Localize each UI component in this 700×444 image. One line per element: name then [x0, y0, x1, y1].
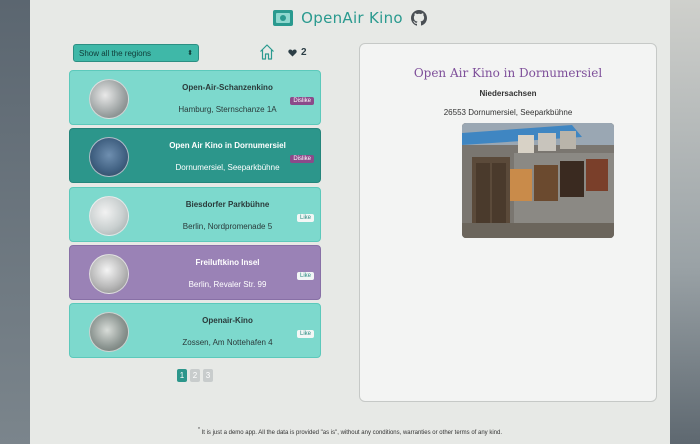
detail-address: 26553 Dornumersiel, Seeparkbühne [443, 108, 573, 117]
github-icon[interactable] [410, 10, 427, 26]
region-select[interactable]: Show all the regions ⬍ [73, 44, 199, 62]
cinema-address: Berlin, Nordpromenade 5 [182, 222, 273, 231]
cinema-name: Biesdorfer Parkbühne [185, 200, 270, 209]
cinema-card[interactable]: Freiluftkino Insel Berlin, Revaler Str. … [69, 245, 321, 300]
page: OpenAir Kino Show all the regions ⬍ 2 Op… [30, 0, 670, 444]
header: OpenAir Kino [30, 6, 670, 30]
cinema-thumbnail [89, 196, 129, 236]
cinema-address: Hamburg, Sternschanze 1A [178, 105, 277, 114]
region-select-value: Show all the regions [79, 48, 152, 58]
cinema-name: Freiluftkino Insel [195, 258, 260, 267]
dislike-button[interactable]: Dislike [290, 155, 314, 163]
like-button[interactable]: Like [296, 272, 314, 280]
cinema-photo [462, 123, 614, 238]
cinema-address: Berlin, Revaler Str. 99 [188, 280, 267, 289]
cinema-thumbnail [89, 254, 129, 294]
footer-note: * It is just a demo app. All the data is… [30, 427, 670, 436]
cinema-name: Openair-Kino [202, 316, 253, 325]
background-right [670, 0, 700, 444]
cinema-thumbnail [89, 79, 129, 119]
cinema-name: Open Air Kino in Dornumersiel [169, 141, 286, 150]
like-button[interactable]: Like [296, 330, 314, 338]
cinema-thumbnail [89, 312, 129, 352]
page-button-1[interactable]: 1 [177, 369, 187, 382]
select-caret-icon: ⬍ [187, 50, 193, 57]
cinema-photo-image [462, 123, 614, 238]
favorites-counter[interactable]: 2 [288, 47, 307, 58]
app-title: OpenAir Kino [301, 9, 403, 27]
footer-note-text: It is just a demo app. All the data is p… [201, 430, 503, 436]
cinema-thumbnail [89, 137, 129, 177]
cinema-card-selected[interactable]: Open Air Kino in Dornumersiel Dornumersi… [69, 128, 321, 183]
like-button[interactable]: Like [296, 214, 314, 222]
cinema-address: Zossen, Am Nottehafen 4 [182, 338, 273, 347]
background-left [0, 0, 30, 444]
heart-icon [288, 48, 297, 57]
pagination: 1 2 3 [177, 369, 213, 382]
detail-title: Open Air Kino in Dornumersiel [413, 66, 603, 80]
cinema-card[interactable]: Openair-Kino Zossen, Am Nottehafen 4 Lik… [69, 303, 321, 358]
film-icon [273, 10, 294, 26]
home-icon[interactable] [259, 43, 275, 61]
dislike-button[interactable]: Dislike [290, 97, 314, 105]
cinema-detail-panel: Open Air Kino in Dornumersiel Niedersach… [359, 43, 657, 402]
favorites-count: 2 [301, 47, 307, 58]
page-button-3[interactable]: 3 [203, 369, 213, 382]
cinema-address: Dornumersiel, Seeparkbühne [175, 163, 280, 172]
cinema-name: Open-Air-Schanzenkino [182, 83, 273, 92]
cinema-card[interactable]: Biesdorfer Parkbühne Berlin, Nordpromena… [69, 187, 321, 242]
footnote-mark: * [197, 427, 200, 433]
cinema-card[interactable]: Open-Air-Schanzenkino Hamburg, Sternscha… [69, 70, 321, 125]
detail-region: Niedersachsen [479, 89, 537, 98]
page-button-2[interactable]: 2 [190, 369, 200, 382]
